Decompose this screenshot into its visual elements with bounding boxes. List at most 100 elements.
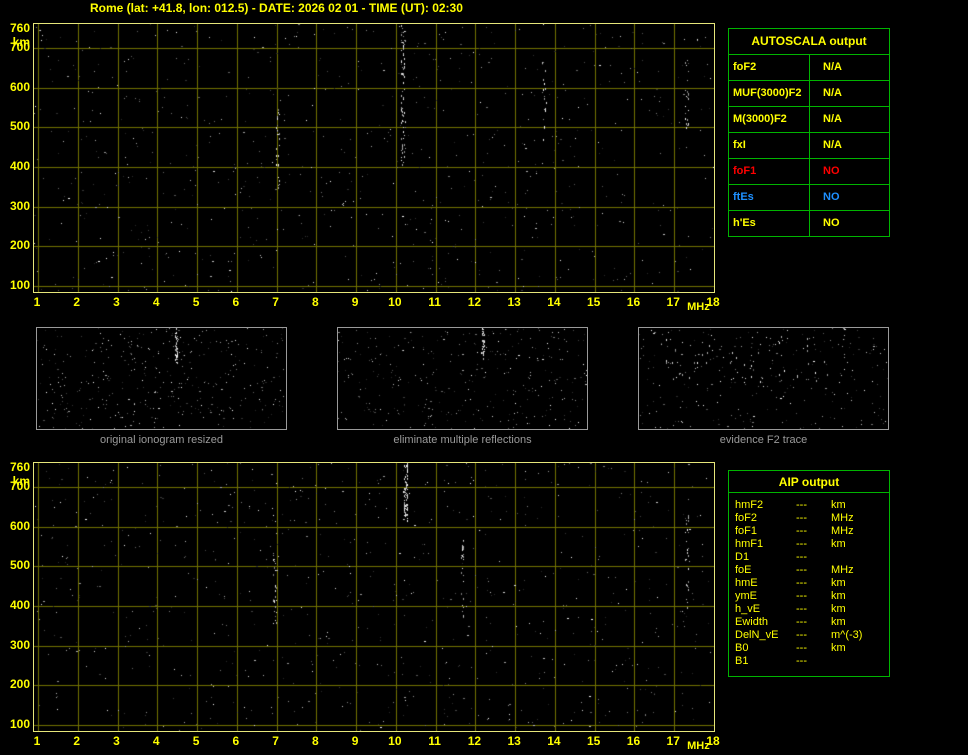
aip-param-unit: MHz — [831, 525, 854, 537]
aip-param-unit: km — [831, 642, 846, 654]
aip-param-unit: km — [831, 499, 846, 511]
aip-param-unit: km — [831, 616, 846, 628]
aip-row: h_vE --- km — [735, 603, 889, 616]
autoscala-output-table: AUTOSCALA output foF2 N/A MUF(3000)F2 N/A M(… — [728, 28, 890, 237]
thumbnail-eliminate-reflections — [337, 327, 588, 430]
x-axis-label: 14 — [547, 734, 561, 748]
autoscala-param-value: NO — [823, 191, 840, 203]
x-axis-label: 4 — [152, 295, 160, 309]
aip-param-value: --- — [796, 577, 807, 589]
autoscala-table-rows: foF2 N/A MUF(3000)F2 N/A M(3000)F2 N/A fxI N/A f… — [729, 54, 889, 236]
aip-param-label: foF2 — [735, 512, 758, 524]
x-axis-label: 9 — [351, 295, 359, 309]
aip-row: B1 --- — [735, 655, 889, 668]
aip-param-value: --- — [796, 642, 807, 654]
autoscala-param-value: NO — [823, 165, 840, 177]
x-axis-label: 15 — [587, 295, 601, 309]
x-axis-unit-label: MHz — [687, 740, 710, 752]
aip-param-label: foF1 — [735, 525, 758, 537]
autoscala-param-value: NO — [823, 217, 840, 229]
thumbnail-original-ionogram — [36, 327, 287, 430]
autoscala-screen: Rome (lat: +41.8, lon: 012.5) - DATE: 20… — [0, 0, 968, 755]
y-axis-label: 400 — [9, 597, 30, 612]
y-axis-label: 760 — [9, 21, 30, 35]
x-axis-label: 8 — [311, 295, 319, 309]
aip-row: Ewidth --- km — [735, 616, 889, 629]
aip-param-label: B1 — [735, 655, 749, 667]
thumbnail-caption-eliminate: eliminate multiple reflections — [393, 434, 532, 446]
y-axis-unit-label: km — [12, 35, 30, 49]
ionogram-top-canvas — [33, 23, 715, 293]
aip-row: D1 --- — [735, 551, 889, 564]
x-axis-label: 2 — [73, 734, 81, 748]
thumbnail-original-canvas — [36, 327, 287, 430]
x-axis-label: 14 — [547, 295, 561, 309]
x-axis-label: 5 — [192, 734, 200, 748]
x-axis-label: 17 — [666, 295, 680, 309]
aip-param-label: hmF1 — [735, 538, 764, 550]
thumbnail-caption-evidence: evidence F2 trace — [719, 434, 808, 446]
y-axis-label: 600 — [9, 79, 30, 94]
aip-row: foF2 --- MHz — [735, 512, 889, 525]
aip-table-title: AIP output — [729, 471, 889, 493]
autoscala-row: foF2 N/A — [729, 54, 889, 80]
aip-param-label: B0 — [735, 642, 749, 654]
x-axis-label: 5 — [192, 295, 200, 309]
y-axis-label: 100 — [9, 278, 30, 293]
aip-param-label: ymE — [735, 590, 757, 602]
autoscala-row: MUF(3000)F2 N/A — [729, 80, 889, 106]
aip-row: hmE --- km — [735, 577, 889, 590]
aip-output-table: AIP output hmF2 --- km foF2 --- MHz foF1 --- MHz… — [728, 470, 890, 677]
autoscala-param-value: N/A — [823, 61, 842, 73]
aip-param-unit: km — [831, 603, 846, 615]
autoscala-row: M(3000)F2 N/A — [729, 106, 889, 132]
y-axis-label: 600 — [9, 518, 30, 533]
autoscala-param-label: ftEs — [729, 185, 810, 210]
autoscala-param-value: N/A — [823, 87, 842, 99]
aip-row: foE --- MHz — [735, 564, 889, 577]
aip-param-unit: km — [831, 590, 846, 602]
aip-param-value: --- — [796, 512, 807, 524]
x-axis-label: 3 — [113, 295, 120, 309]
autoscala-param-label: h'Es — [729, 211, 810, 236]
aip-param-value: --- — [796, 629, 807, 641]
autoscala-row: fxI N/A — [729, 132, 889, 158]
x-axis-label: 12 — [467, 295, 482, 309]
y-axis-label: 100 — [9, 717, 30, 732]
y-axis-label: 300 — [9, 198, 30, 213]
y-axis-label: 400 — [9, 158, 30, 173]
autoscala-param-label: MUF(3000)F2 — [729, 81, 810, 106]
aip-param-value: --- — [796, 525, 807, 537]
aip-param-value: --- — [796, 538, 807, 550]
y-axis-unit-label: km — [12, 474, 30, 488]
aip-row: ymE --- km — [735, 590, 889, 603]
x-axis-label: 3 — [113, 734, 120, 748]
aip-table-rows: hmF2 --- km foF2 --- MHz foF1 --- MHz hmF1 --- km D1… — [729, 493, 889, 676]
autoscala-table-title: AUTOSCALA output — [751, 34, 867, 48]
x-axis-label: 1 — [33, 295, 41, 309]
y-axis-label: 300 — [9, 637, 30, 652]
ionogram-plot-top: 760 700 600 500 400 300 200 100 km 1 2 3 4 5 6 7 8 9 10 11 1… — [10, 22, 720, 313]
aip-param-unit — [831, 551, 889, 564]
autoscala-row: h'Es NO — [729, 210, 889, 236]
x-axis-label: 6 — [232, 295, 240, 309]
x-axis-label: 13 — [507, 295, 521, 309]
x-axis-label: 9 — [351, 734, 359, 748]
thumbnail-evidence-canvas — [638, 327, 889, 430]
aip-row: foF1 --- MHz — [735, 525, 889, 538]
aip-param-label: foE — [735, 564, 752, 576]
aip-param-label: hmE — [735, 577, 758, 589]
autoscala-param-value: N/A — [823, 139, 842, 151]
x-axis-label: 4 — [152, 734, 160, 748]
x-axis-label: 11 — [428, 295, 441, 309]
thumbnail-evidence-f2 — [638, 327, 889, 430]
aip-param-value: --- — [796, 590, 807, 602]
aip-param-unit: MHz — [831, 564, 854, 576]
ionogram-bottom-canvas — [33, 462, 715, 732]
aip-param-label: DelN_vE — [735, 629, 779, 641]
x-axis-label: 7 — [272, 734, 279, 748]
x-axis-label: 13 — [507, 734, 521, 748]
x-axis-label: 12 — [467, 734, 482, 748]
ionogram-plot-bottom: 760 700 600 500 400 300 200 100 km 1 2 3 4 5 6 7 8 9 10 11 1… — [10, 461, 720, 752]
x-axis-label: 8 — [311, 734, 319, 748]
